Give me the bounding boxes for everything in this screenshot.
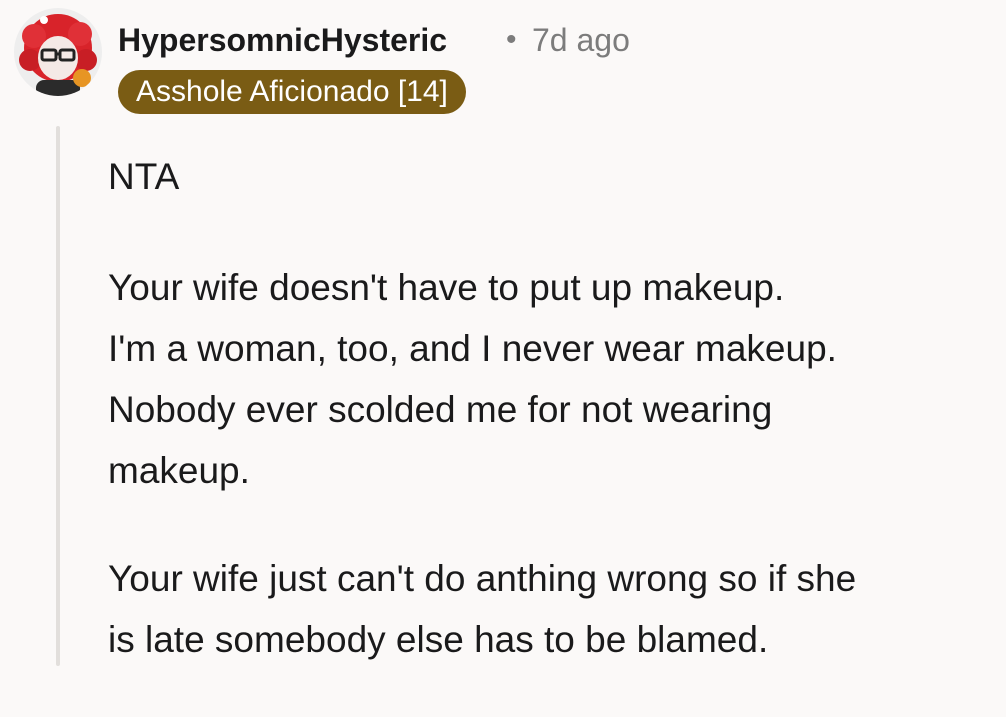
comment-paragraph: NTA <box>108 156 180 197</box>
comment-paragraph: Your wife just can't do anthing wrong so… <box>108 558 857 660</box>
meta-separator: • <box>506 23 517 56</box>
thread-collapse-line[interactable] <box>56 126 60 666</box>
comment-timestamp[interactable]: 7d ago <box>532 18 630 62</box>
user-avatar-icon[interactable] <box>14 8 102 96</box>
user-flair-badge: Asshole Aficionado [14] <box>118 70 466 114</box>
username-link[interactable]: HypersomnicHysteric <box>118 18 447 62</box>
comment-paragraph: Your wife doesn't have to put up makeup.… <box>108 267 837 491</box>
comment-body: NTA Your wife doesn't have to put up mak… <box>108 146 988 717</box>
